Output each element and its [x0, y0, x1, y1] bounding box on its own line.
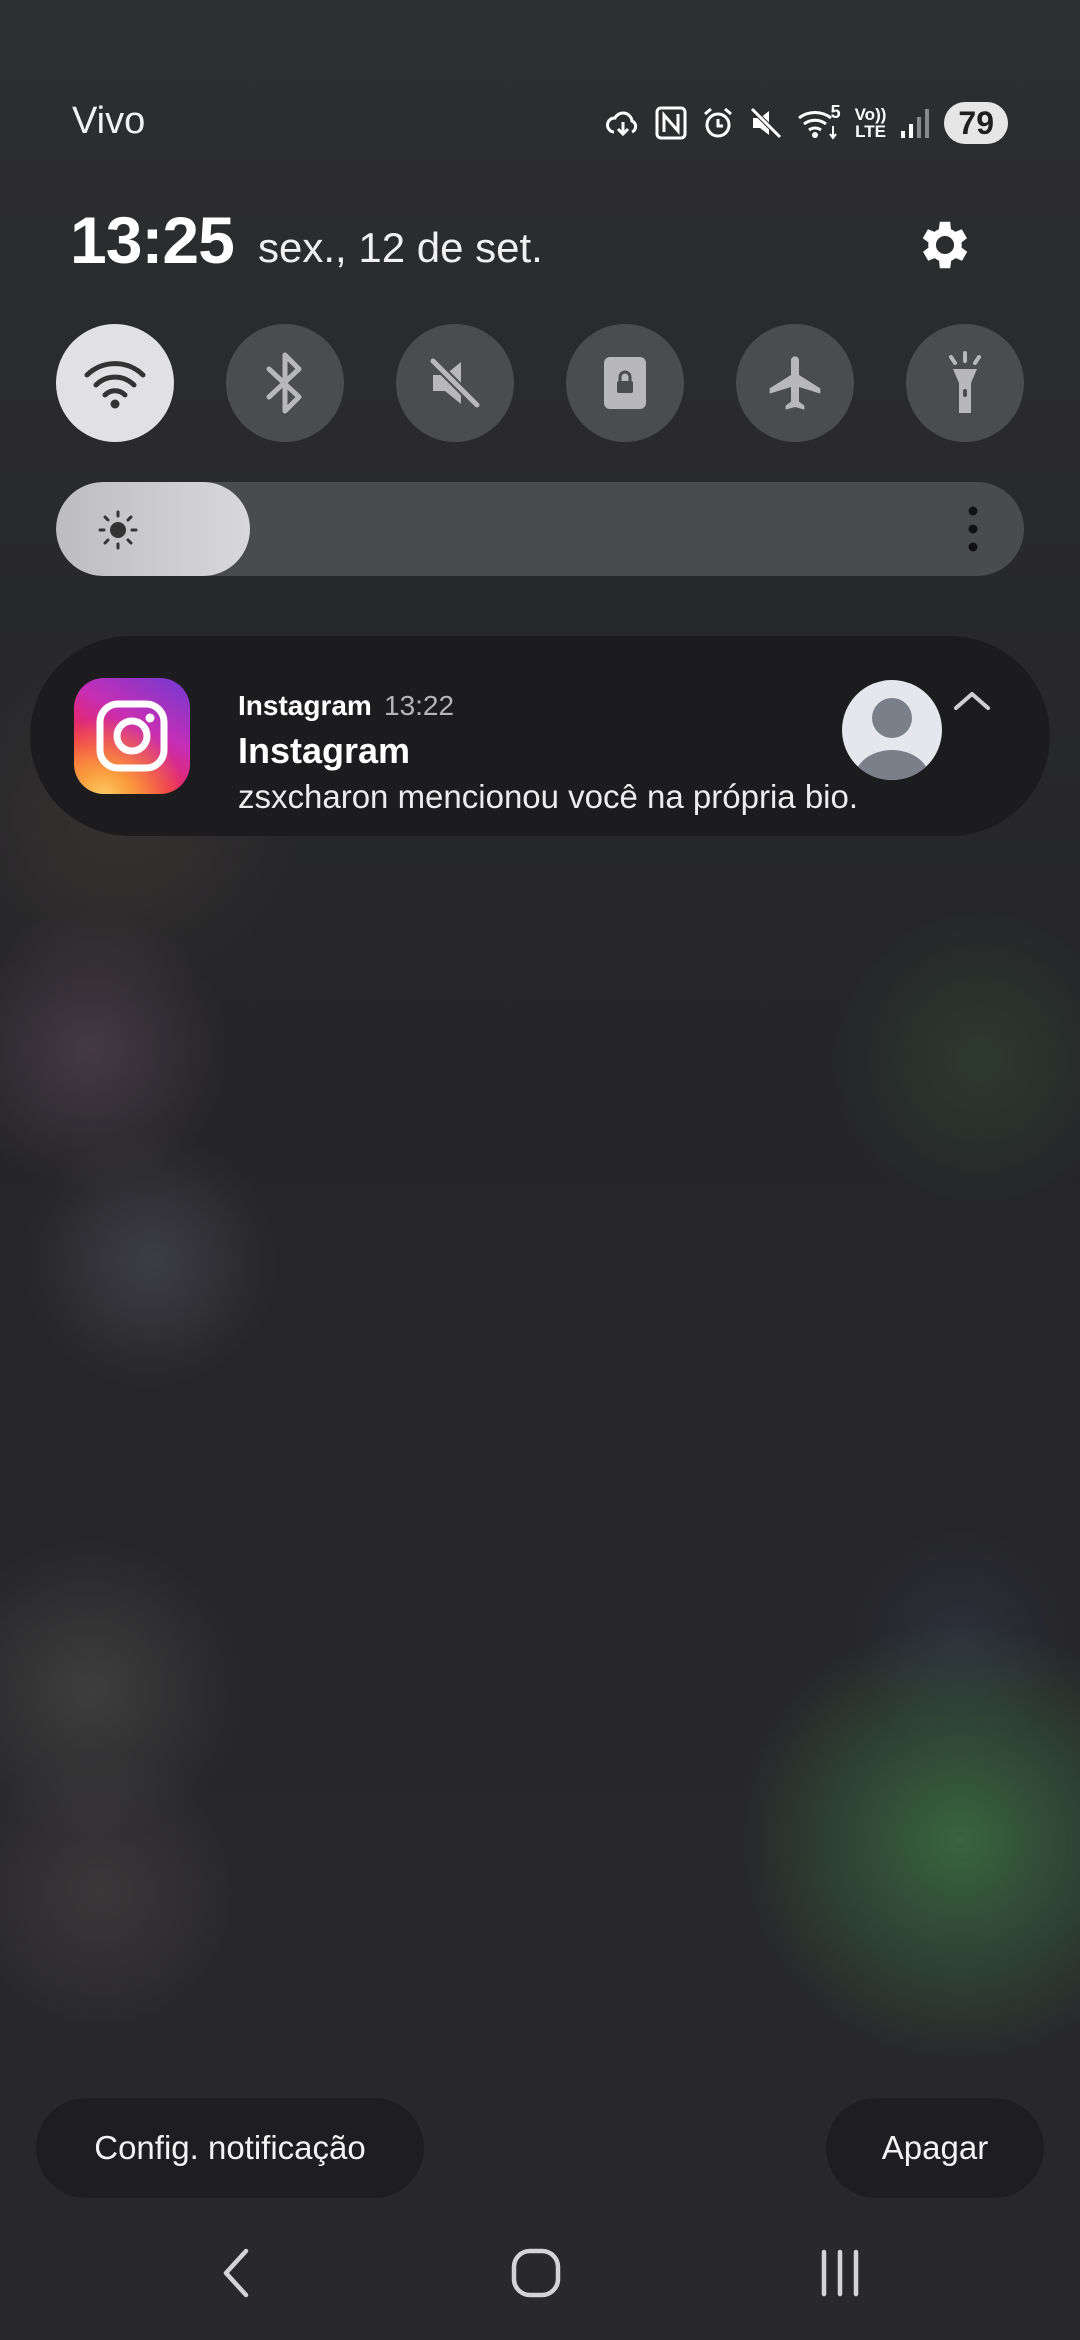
- back-button[interactable]: [196, 2238, 276, 2308]
- rotation-lock-toggle[interactable]: [566, 324, 684, 442]
- brightness-level[interactable]: [56, 482, 250, 576]
- home-icon: [511, 2248, 561, 2298]
- notification-title: Instagram: [238, 730, 411, 771]
- collapse-button[interactable]: [950, 686, 994, 716]
- brightness-slider[interactable]: [56, 482, 1024, 576]
- gear-icon: [922, 221, 968, 269]
- battery-icon: 79: [944, 102, 1008, 144]
- alarm-icon: [701, 106, 735, 140]
- instagram-app-icon[interactable]: [74, 678, 190, 794]
- recents-button[interactable]: [800, 2238, 880, 2308]
- airplane-mode-toggle[interactable]: [736, 324, 854, 442]
- carrier-name: Vivo: [72, 100, 146, 142]
- wifi-toggle[interactable]: [56, 324, 174, 442]
- settings-button[interactable]: [914, 214, 976, 276]
- wifi-badge: 5: [830, 102, 841, 122]
- wifi-icon: [84, 361, 146, 409]
- avatar: [842, 680, 942, 780]
- more-options-icon[interactable]: [966, 504, 980, 554]
- brightness-icon: [98, 510, 138, 550]
- status-icons: 5 Vo)) LTE 79: [605, 102, 1008, 144]
- camera-icon: [96, 700, 168, 772]
- notification-body: zsxcharon mencionou você na própria bio.: [238, 778, 859, 815]
- back-icon: [223, 2248, 249, 2298]
- notification-time: 13:22: [384, 690, 455, 721]
- lock-icon: [604, 357, 646, 409]
- signal-icon: [900, 107, 930, 139]
- notification-settings-button[interactable]: Config. notificação: [36, 2098, 424, 2198]
- airplane-icon: [769, 356, 821, 410]
- mute-icon: [749, 106, 783, 140]
- chevron-up-icon: [954, 692, 990, 710]
- notification-app-name: Instagram: [238, 690, 372, 721]
- mute-icon: [429, 357, 481, 409]
- volte-bottom-label: LTE: [855, 122, 886, 141]
- home-button[interactable]: [496, 2238, 576, 2308]
- flashlight-toggle[interactable]: [906, 324, 1024, 442]
- bluetooth-toggle[interactable]: [226, 324, 344, 442]
- volte-top-label: Vo)): [854, 105, 887, 124]
- sound-toggle[interactable]: [396, 324, 514, 442]
- volte-icon: Vo)) LTE: [855, 106, 887, 140]
- bluetooth-icon: [266, 352, 302, 414]
- recents-icon: [821, 2249, 859, 2297]
- wifi-5-icon: 5: [797, 102, 841, 140]
- clear-all-button[interactable]: Apagar: [826, 2098, 1044, 2198]
- date[interactable]: sex., 12 de set.: [258, 224, 543, 272]
- person-icon: [854, 698, 930, 780]
- flashlight-icon: [949, 351, 981, 413]
- clock[interactable]: 13:25: [70, 202, 235, 278]
- nfc-icon: [655, 106, 687, 140]
- cloud-sync-icon: [605, 106, 641, 140]
